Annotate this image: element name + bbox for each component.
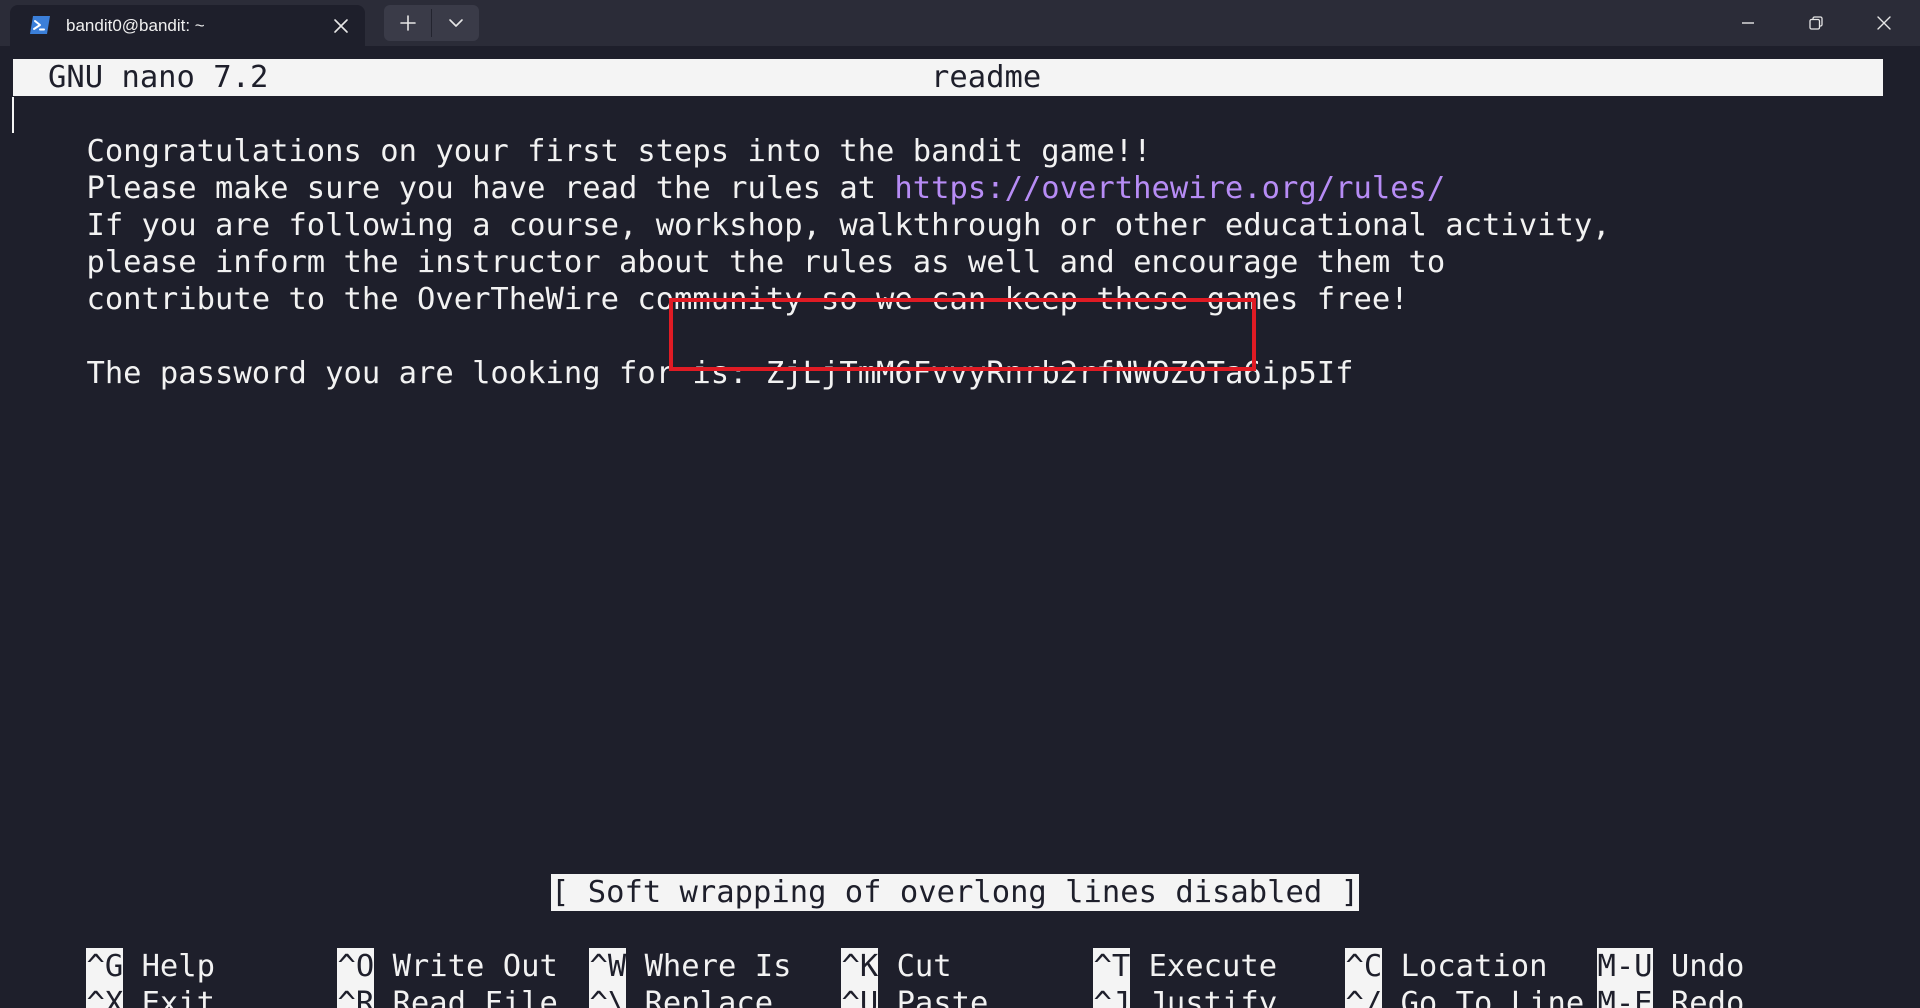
file-line: Congratulations on your first steps into… [13,96,1151,169]
shortcut-location[interactable]: ^C Location [1272,911,1547,985]
file-line: contribute to the OverTheWire community … [13,244,1408,317]
terminal-tab[interactable]: bandit0@bandit: ~ [10,5,365,46]
new-tab-group [384,5,479,41]
shortcut-paste[interactable]: ^U Paste [768,948,988,1008]
tab-close-icon[interactable] [331,16,351,36]
minimize-button[interactable] [1714,0,1782,46]
restore-button[interactable] [1782,0,1850,46]
shortcut-key: ^\ [589,985,627,1008]
terminal-pane[interactable]: GNU nano 7.2 readme Congratulations on y… [12,59,1897,1008]
shortcut-where-is[interactable]: ^W Where Is [516,911,791,985]
shortcut-label: Paste [896,986,989,1008]
shortcut-justify[interactable]: ^J Justify [1020,948,1277,1008]
shortcut-write-out[interactable]: ^O Write Out [264,911,558,985]
line-text: The password you are looking for is: [86,356,766,391]
shortcut-label: Justify [1148,986,1278,1008]
shortcut-exit[interactable]: ^X Exit [13,948,215,1008]
file-line: please inform the instructor about the r… [13,207,1445,280]
shortcut-key: ^R [337,985,375,1008]
shortcut-replace[interactable]: ^\ Replace [516,948,773,1008]
nano-header-bar: GNU nano 7.2 readme [13,59,1883,96]
shortcut-read-file[interactable]: ^R Read File [264,948,558,1008]
shortcut-key: ^J [1093,985,1131,1008]
shortcut-execute[interactable]: ^T Execute [1020,911,1277,985]
plus-icon [399,14,417,32]
chevron-down-icon [448,18,464,28]
shortcut-key: ^X [86,985,124,1008]
shortcut-key: ^U [841,985,879,1008]
shortcut-redo[interactable]: M-E Redo [1524,948,1744,1008]
tab-dropdown-button[interactable] [432,5,479,41]
minimize-icon [1740,15,1756,31]
new-tab-button[interactable] [384,5,431,41]
shortcut-key: ^/ [1345,985,1383,1008]
nano-version: GNU nano 7.2 [48,60,269,95]
restore-icon [1808,15,1824,31]
password-highlight-box [669,298,1256,371]
shortcut-label: Exit [141,986,216,1008]
tab-title: bandit0@bandit: ~ [66,16,205,35]
shortcut-label: Redo [1670,986,1745,1008]
powershell-icon [29,15,51,35]
close-window-button[interactable] [1850,0,1918,46]
title-bar: bandit0@bandit: ~ [0,0,1920,46]
shortcut-undo[interactable]: M-U Undo [1524,911,1744,985]
shortcut-cut[interactable]: ^K Cut [768,911,952,985]
shortcut-key: M-E [1597,985,1653,1008]
shortcut-help[interactable]: ^G Help [13,911,215,985]
nano-filename: readme [931,60,1042,95]
close-icon [1876,15,1892,31]
file-line: Please make sure you have read the rules… [13,133,1445,206]
shortcut-label: Replace [644,986,774,1008]
file-line [13,281,86,318]
file-line: If you are following a course, workshop,… [13,170,1610,243]
status-message: [ Soft wrapping of overlong lines disabl… [551,874,1359,911]
